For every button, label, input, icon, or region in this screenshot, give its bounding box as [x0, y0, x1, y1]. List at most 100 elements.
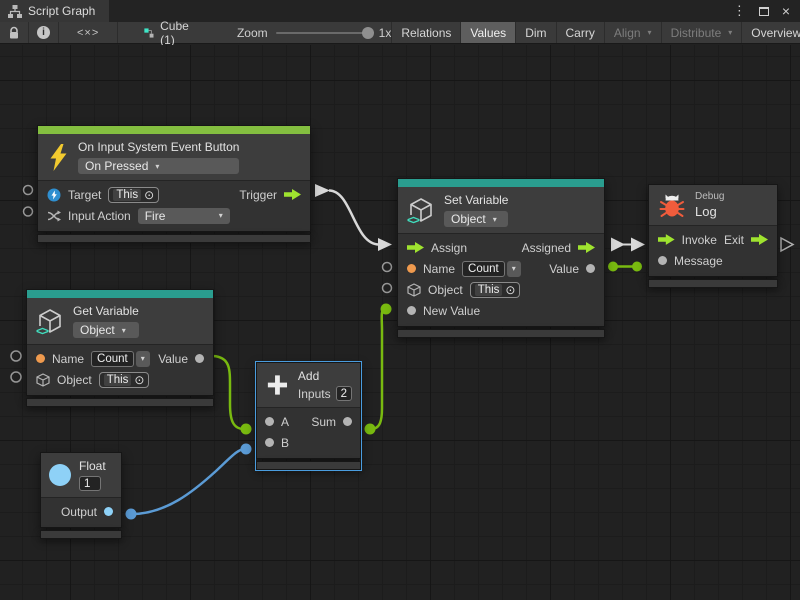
- new-value-label: New Value: [423, 304, 480, 318]
- wire-end-dot[interactable]: [365, 424, 376, 435]
- wire-end-dot[interactable]: [608, 262, 618, 272]
- message-label: Message: [674, 254, 723, 268]
- wire-end-dot[interactable]: [126, 509, 137, 520]
- unconnected-port[interactable]: [11, 351, 21, 361]
- node-add[interactable]: Add Inputs 2 A Sum B: [256, 362, 361, 470]
- node-on-input-system-event-button[interactable]: On Input System Event Button On Pressed …: [37, 125, 311, 243]
- node-accent-bar: [38, 126, 310, 134]
- unconnected-flow-port[interactable]: [781, 238, 793, 251]
- string-input-port[interactable]: [36, 354, 45, 363]
- variable-kind-dropdown[interactable]: Object ▾: [73, 322, 139, 338]
- trigger-label: Trigger: [239, 188, 277, 202]
- variable-name-dropdown[interactable]: Count ▾: [91, 351, 150, 367]
- flow-output-port[interactable]: [284, 189, 301, 200]
- port-row-b: B: [257, 432, 360, 453]
- node-footer: [26, 398, 214, 407]
- node-title: Float: [79, 459, 106, 473]
- flow-wire-end-arrow[interactable]: [378, 238, 392, 251]
- b-label: B: [281, 436, 289, 450]
- port-row-input-action: Input Action Fire ▾: [38, 205, 310, 226]
- wire-end-dot[interactable]: [241, 424, 252, 435]
- unconnected-port[interactable]: [24, 186, 33, 195]
- name-label: Name: [52, 352, 84, 366]
- node-title: Get Variable: [73, 304, 139, 318]
- gameobject-event-icon: [47, 188, 61, 202]
- wire-getvalue-to-a[interactable]: [213, 356, 244, 429]
- output-port[interactable]: [104, 507, 113, 516]
- b-input-port[interactable]: [265, 438, 274, 447]
- wire-sum-to-newvalue[interactable]: [371, 309, 386, 429]
- assigned-label: Assigned: [522, 241, 571, 255]
- chevron-down-icon: ▾: [136, 351, 150, 367]
- node-category: Debug: [695, 191, 724, 202]
- object-chip[interactable]: This ⊙: [99, 372, 150, 388]
- unconnected-port[interactable]: [11, 372, 21, 382]
- flow-input-port[interactable]: [407, 242, 424, 253]
- variable-name-dropdown[interactable]: Count ▾: [462, 261, 521, 277]
- variable-kind-dropdown[interactable]: Object ▾: [444, 211, 508, 227]
- node-footer: [256, 461, 361, 470]
- value-label: Value: [158, 352, 188, 366]
- bug-icon: [659, 192, 685, 218]
- sum-output-port[interactable]: [343, 417, 352, 426]
- wire-invoke-arrow[interactable]: [631, 238, 645, 252]
- object-chip[interactable]: This ⊙: [470, 282, 521, 298]
- unconnected-port[interactable]: [383, 263, 392, 272]
- variable-cube-icon: <>: [408, 197, 434, 223]
- target-picker-icon: ⊙: [134, 374, 144, 386]
- unconnected-port[interactable]: [383, 284, 392, 293]
- exit-label: Exit: [724, 233, 744, 247]
- chevron-down-icon: ▾: [219, 211, 223, 220]
- port-row-object: Object This ⊙: [398, 279, 604, 300]
- target-object-chip[interactable]: This ⊙: [108, 187, 159, 203]
- assign-label: Assign: [431, 241, 467, 255]
- wire-end-dot[interactable]: [381, 304, 392, 315]
- value-output-port[interactable]: [586, 264, 595, 273]
- flow-input-port[interactable]: [658, 234, 675, 245]
- node-set-variable[interactable]: <> Set Variable Object ▾ Assign Assigned: [397, 178, 605, 338]
- target-picker-icon: ⊙: [144, 189, 154, 201]
- gameobject-port-icon[interactable]: [36, 373, 50, 387]
- node-float[interactable]: Float 1 Output: [40, 452, 122, 539]
- port-row-target: Target This ⊙ Trigger: [38, 184, 310, 205]
- gameobject-port-icon[interactable]: [407, 283, 421, 297]
- wire-end-dot[interactable]: [241, 444, 252, 455]
- object-label: Object: [57, 373, 92, 387]
- event-mode-dropdown[interactable]: On Pressed ▾: [78, 158, 239, 174]
- flow-wire-start-arrow[interactable]: [315, 184, 330, 197]
- port-row-object: Object This ⊙: [27, 369, 213, 390]
- unconnected-port[interactable]: [24, 207, 33, 216]
- port-row-output: Output: [41, 501, 121, 522]
- float-value-field[interactable]: 1: [79, 476, 101, 491]
- node-get-variable[interactable]: <> Get Variable Object ▾ Name Count ▾ Va…: [26, 289, 214, 407]
- port-row-name: Name Count ▾ Value: [27, 348, 213, 369]
- chevron-down-icon: ▾: [507, 261, 521, 277]
- port-row-assign: Assign Assigned: [398, 237, 604, 258]
- a-input-port[interactable]: [265, 417, 274, 426]
- sum-label: Sum: [311, 415, 336, 429]
- flow-output-port[interactable]: [578, 242, 595, 253]
- inputs-label: Inputs: [298, 387, 331, 401]
- node-title: On Input System Event Button: [78, 140, 239, 154]
- output-label: Output: [61, 505, 97, 519]
- new-value-input-port[interactable]: [407, 306, 416, 315]
- port-row-new-value: New Value: [398, 300, 604, 321]
- wire-trigger-to-assign[interactable]: [329, 191, 379, 245]
- node-debug-log[interactable]: Debug Log Invoke Exit Message: [648, 184, 778, 288]
- value-output-port[interactable]: [195, 354, 204, 363]
- variable-cube-icon: <>: [37, 308, 63, 334]
- port-row-a: A Sum: [257, 411, 360, 432]
- port-row-invoke: Invoke Exit: [649, 229, 777, 250]
- plus-icon: [265, 372, 290, 398]
- invoke-label: Invoke: [682, 233, 717, 247]
- input-action-dropdown[interactable]: Fire ▾: [138, 208, 230, 224]
- chevron-down-icon: ▾: [122, 326, 126, 335]
- string-input-port[interactable]: [407, 264, 416, 273]
- wire-float-to-b[interactable]: [132, 449, 245, 514]
- node-footer: [37, 234, 311, 243]
- input-action-label: Input Action: [68, 209, 131, 223]
- inputs-count-field[interactable]: 2: [336, 386, 352, 401]
- flow-output-port[interactable]: [751, 234, 768, 245]
- wire-end-dot[interactable]: [632, 262, 642, 272]
- message-input-port[interactable]: [658, 256, 667, 265]
